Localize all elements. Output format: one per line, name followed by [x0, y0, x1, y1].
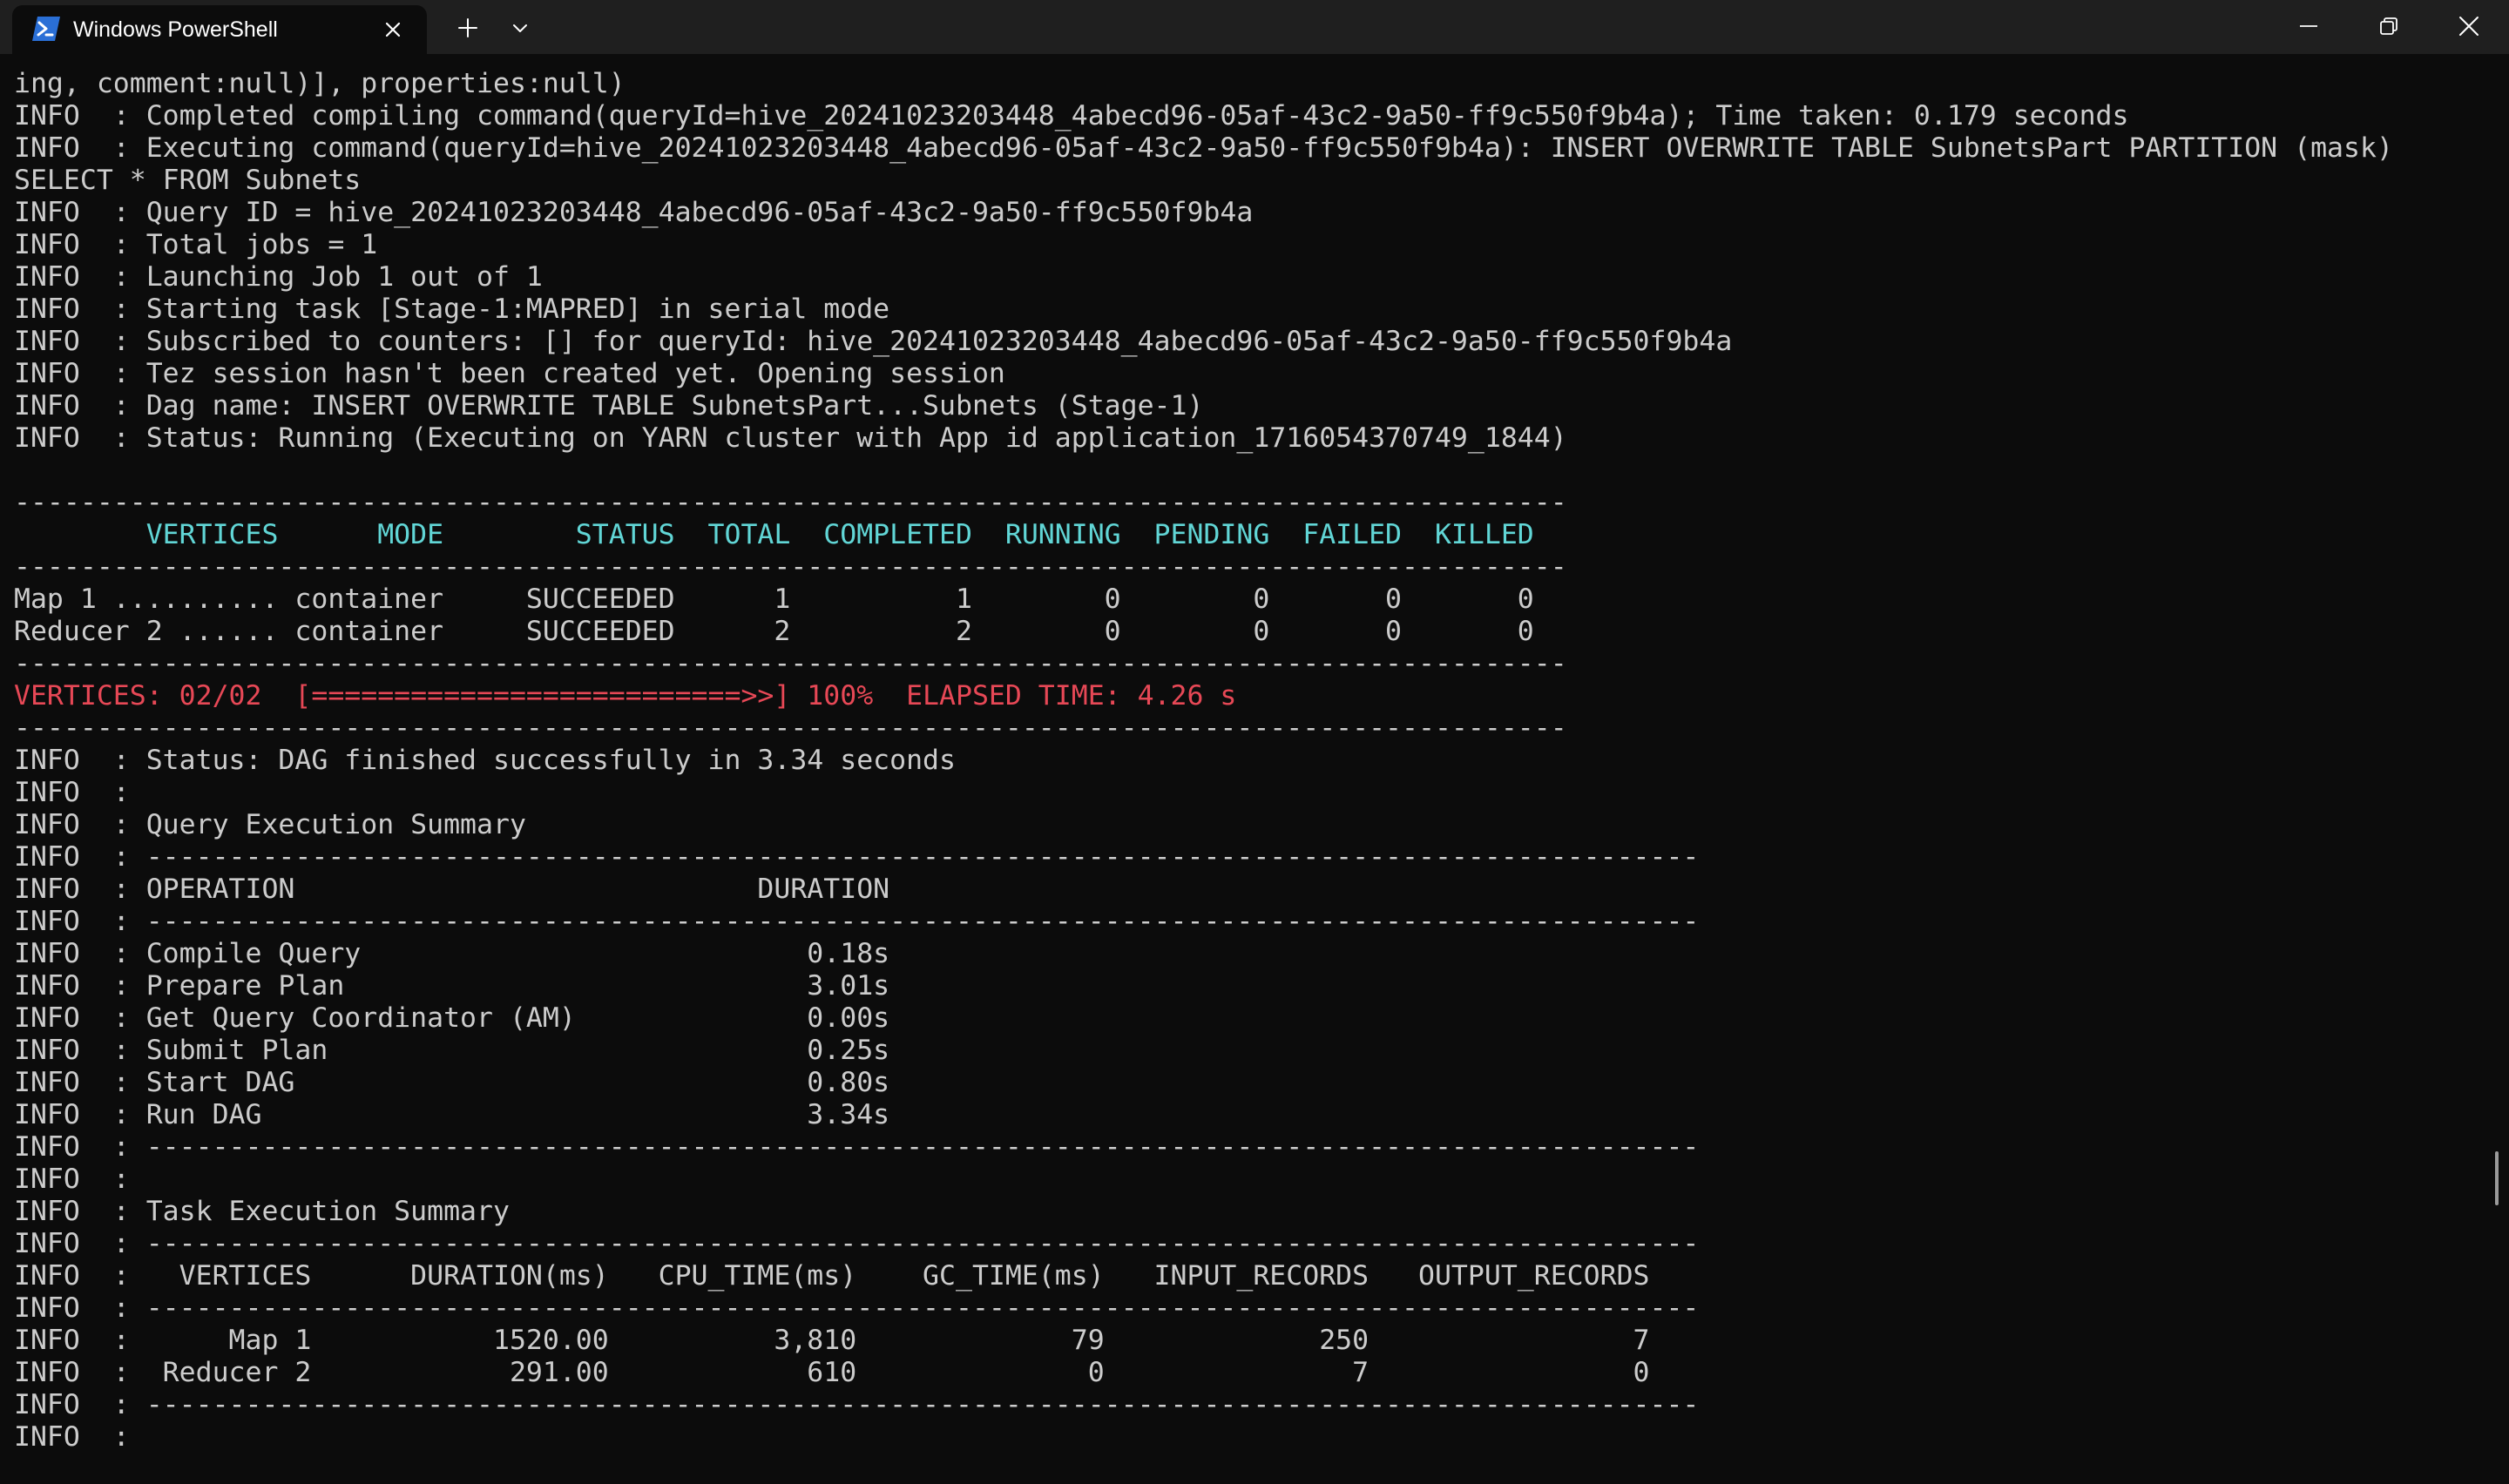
vertices-table-row: Reducer 2 ...... container SUCCEEDED 2 2…	[14, 616, 1534, 647]
terminal-line: INFO : Submit Plan 0.25s	[14, 1035, 890, 1066]
separator-line: ----------------------------------------…	[14, 712, 1567, 744]
terminal-line: INFO : Dag name: INSERT OVERWRITE TABLE …	[14, 390, 1204, 422]
terminal-line: INFO : Executing command(queryId=hive_20…	[14, 132, 2393, 164]
terminal-line: INFO : Status: DAG finished successfully…	[14, 745, 956, 776]
minimize-button[interactable]	[2269, 0, 2349, 52]
terminal-line: INFO : Completed compiling command(query…	[14, 100, 2129, 132]
terminal-line: INFO : ---------------------------------…	[14, 1131, 1700, 1163]
terminal-line: INFO : ---------------------------------…	[14, 1228, 1700, 1259]
tab-title: Windows PowerShell	[73, 17, 278, 42]
restore-button[interactable]	[2349, 0, 2429, 52]
terminal-line: INFO : Map 1 1520.00 3,810 79 250 7	[14, 1325, 1650, 1356]
terminal-line: INFO : Prepare Plan 3.01s	[14, 970, 890, 1002]
terminal-line: INFO : Start DAG 0.80s	[14, 1067, 890, 1098]
powershell-window: Windows PowerShell ing, comment:null)], …	[0, 0, 2509, 1484]
tab-windows-powershell[interactable]: Windows PowerShell	[12, 5, 427, 54]
separator-line: ----------------------------------------…	[14, 551, 1567, 583]
terminal-line: INFO : Starting task [Stage-1:MAPRED] in…	[14, 293, 890, 325]
terminal-line: INFO : ---------------------------------…	[14, 1389, 1700, 1420]
close-icon	[2459, 17, 2479, 36]
terminal-line: INFO : Task Execution Summary	[14, 1196, 510, 1227]
plus-icon	[458, 18, 477, 37]
terminal-line: INFO : ---------------------------------…	[14, 1292, 1700, 1324]
terminal-line: INFO :	[14, 777, 130, 808]
terminal-line: INFO : ---------------------------------…	[14, 841, 1700, 873]
terminal-line: INFO : OPERATION DURATION	[14, 874, 890, 905]
powershell-icon	[32, 17, 60, 41]
terminal-line: INFO : Tez session hasn't been created y…	[14, 358, 1005, 389]
scrollbar-thumb[interactable]	[2495, 1151, 2499, 1205]
chevron-down-icon	[513, 24, 527, 32]
terminal-line: INFO : Get Query Coordinator (AM) 0.00s	[14, 1002, 890, 1034]
terminal-line: INFO : ---------------------------------…	[14, 906, 1700, 937]
terminal-line: INFO : Launching Job 1 out of 1	[14, 261, 543, 293]
vertices-table-row: Map 1 .......... container SUCCEEDED 1 1…	[14, 583, 1534, 615]
terminal-line: INFO : Run DAG 3.34s	[14, 1099, 890, 1130]
terminal-line: INFO : Reducer 2 291.00 610 0 7 0	[14, 1357, 1650, 1388]
terminal-line: INFO :	[14, 1164, 130, 1195]
title-bar[interactable]: Windows PowerShell	[0, 0, 2509, 54]
terminal-line: INFO : Query Execution Summary	[14, 809, 526, 840]
minimize-icon	[2300, 25, 2317, 27]
close-icon[interactable]	[380, 17, 406, 43]
terminal-line: SELECT * FROM Subnets	[14, 165, 362, 196]
terminal-line: INFO : Status: Running (Executing on YAR…	[14, 422, 1567, 454]
separator-line: ----------------------------------------…	[14, 487, 1567, 518]
restore-icon	[2380, 17, 2397, 35]
close-window-button[interactable]	[2429, 0, 2509, 52]
separator-line: ----------------------------------------…	[14, 648, 1567, 679]
terminal-line: INFO : Compile Query 0.18s	[14, 938, 890, 969]
terminal-line: INFO : Query ID = hive_20241023203448_4a…	[14, 197, 1254, 228]
vertices-progress-line: VERTICES: 02/02 [=======================…	[14, 680, 1237, 712]
terminal-line: INFO :	[14, 1421, 130, 1453]
terminal-line: INFO : Subscribed to counters: [] for qu…	[14, 326, 1733, 357]
tab-dropdown-button[interactable]	[501, 9, 539, 47]
new-tab-button[interactable]	[449, 9, 487, 47]
terminal-output[interactable]: ing, comment:null)], properties:null) IN…	[14, 68, 2479, 1479]
terminal-line: INFO : VERTICES DURATION(ms) CPU_TIME(ms…	[14, 1260, 1650, 1292]
vertices-table-header: VERTICES MODE STATUS TOTAL COMPLETED RUN…	[14, 519, 1534, 550]
terminal-line: ing, comment:null)], properties:null)	[14, 68, 626, 99]
terminal-line: INFO : Total jobs = 1	[14, 229, 378, 260]
